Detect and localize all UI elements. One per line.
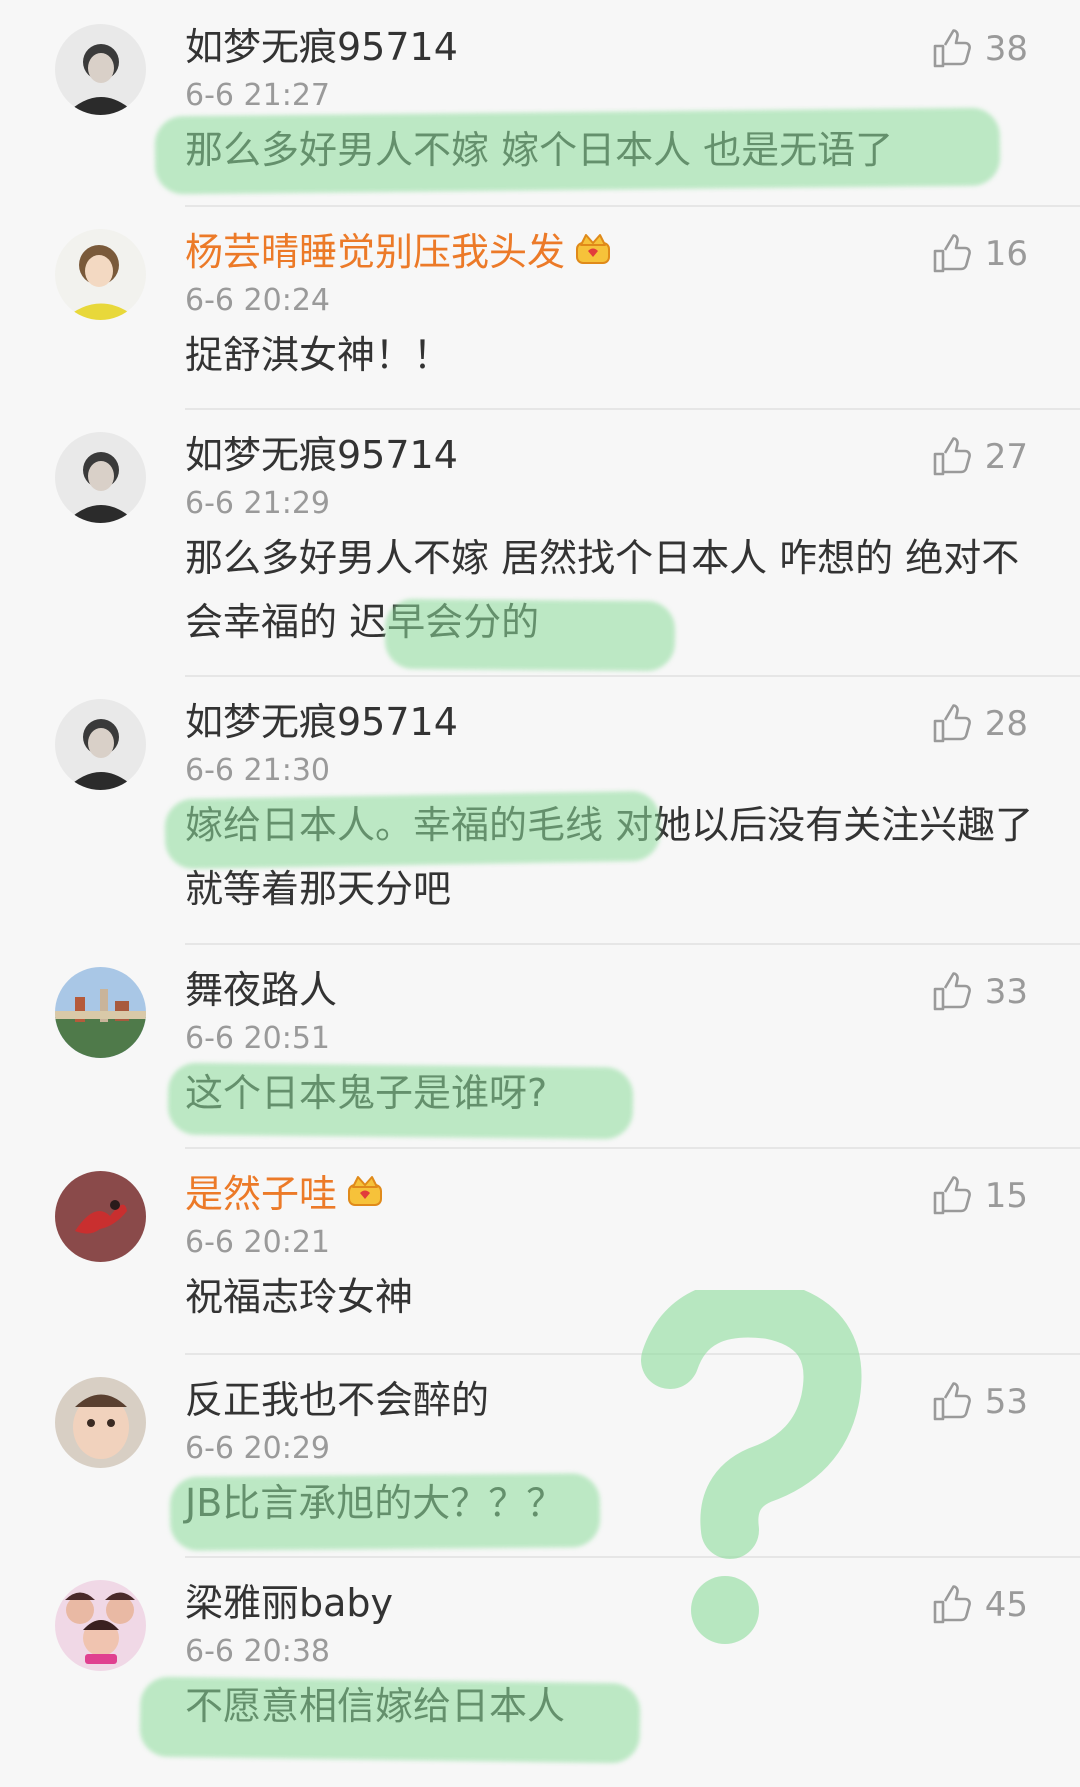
- like-count: 16: [984, 234, 1028, 274]
- like-count: 28: [984, 704, 1028, 744]
- avatar[interactable]: [55, 24, 146, 115]
- like-count: 38: [984, 29, 1028, 69]
- like-count: 33: [984, 972, 1028, 1012]
- like-count: 45: [984, 1585, 1028, 1625]
- comment-item: 反正我也不会醉的 6-6 20:29 53 JB比言承旭的大？？？: [0, 1353, 1080, 1556]
- comment-text: 这个日本鬼子是谁呀?: [185, 1071, 548, 1115]
- thumbs-up-icon: [933, 437, 971, 476]
- like-button[interactable]: 28: [931, 701, 1028, 747]
- comment-item: 是然子哇 6-6 20:21 15 祝福志玲女神: [0, 1147, 1080, 1353]
- comment-item: 杨芸晴睡觉别压我头发 6-6 20:24 16 捉舒淇女神！！: [0, 205, 1080, 408]
- avatar[interactable]: [55, 1580, 146, 1671]
- avatar[interactable]: [55, 432, 146, 523]
- username[interactable]: 反正我也不会醉的: [185, 1375, 489, 1425]
- avatar[interactable]: [55, 699, 146, 790]
- thumbs-up-icon: [933, 29, 971, 68]
- username[interactable]: 如梦无痕95714: [185, 697, 458, 747]
- comment-time: 6-6 20:38: [185, 1634, 330, 1669]
- comment-text: 不愿意相信嫁给日本人: [185, 1684, 566, 1728]
- username[interactable]: 是然子哇: [185, 1169, 385, 1219]
- comment-text: 那么多好男人不嫁 居然找个日本人 咋想的 绝对不会幸福的 迟早会分的: [185, 536, 1020, 644]
- comment-text: 祝福志玲女神: [185, 1275, 414, 1319]
- like-count: 27: [984, 437, 1028, 477]
- comment-text: 嫁给日本人。幸福的毛线 对她以后没有关注兴趣了 就等着那天分吧: [185, 803, 1046, 911]
- like-button[interactable]: 45: [931, 1582, 1028, 1628]
- comment-item: 舞夜路人 6-6 20:51 33 这个日本鬼子是谁呀?: [0, 943, 1080, 1147]
- thumbs-up-icon: [933, 972, 971, 1011]
- comment-item: 如梦无痕95714 6-6 21:30 28 嫁给日本人。幸福的毛线 对她以后没…: [0, 675, 1080, 943]
- username[interactable]: 杨芸晴睡觉别压我头发: [185, 227, 613, 277]
- comment-text: JB比言承旭的大？？？: [185, 1481, 565, 1525]
- comment-item: 如梦无痕95714 6-6 21:29 27 那么多好男人不嫁 居然找个日本人 …: [0, 408, 1080, 675]
- comment-time: 6-6 20:21: [185, 1225, 330, 1260]
- avatar[interactable]: [55, 1171, 146, 1262]
- thumbs-up-icon: [933, 1382, 971, 1421]
- comment-time: 6-6 21:27: [185, 78, 330, 113]
- avatar[interactable]: [55, 1377, 146, 1468]
- crown-vip-icon: [576, 234, 611, 264]
- like-button[interactable]: 27: [931, 434, 1028, 480]
- like-button[interactable]: 15: [931, 1173, 1028, 1219]
- crown-vip-icon: [348, 1176, 383, 1206]
- thumbs-up-icon: [933, 1585, 971, 1624]
- username[interactable]: 如梦无痕95714: [185, 22, 458, 72]
- comment-time: 6-6 20:29: [185, 1431, 330, 1466]
- like-count: 53: [984, 1382, 1028, 1422]
- thumbs-up-icon: [933, 1176, 971, 1215]
- comment-text: 那么多好男人不嫁 嫁个日本人 也是无语了: [185, 128, 894, 172]
- thumbs-up-icon: [933, 234, 971, 273]
- comment-time: 6-6 20:24: [185, 283, 330, 318]
- comment-time: 6-6 21:29: [185, 486, 330, 521]
- avatar[interactable]: [55, 229, 146, 320]
- comment-text: 捉舒淇女神！！: [185, 333, 452, 377]
- like-button[interactable]: 33: [931, 969, 1028, 1015]
- comment-item: 如梦无痕95714 6-6 21:27 38 那么多好男人不嫁 嫁个日本人 也是…: [0, 0, 1080, 205]
- comment-feed: 如梦无痕95714 6-6 21:27 38 那么多好男人不嫁 嫁个日本人 也是…: [0, 0, 1080, 1787]
- like-button[interactable]: 53: [931, 1379, 1028, 1425]
- comment-time: 6-6 20:51: [185, 1021, 330, 1056]
- avatar[interactable]: [55, 967, 146, 1058]
- thumbs-up-icon: [933, 704, 971, 743]
- comment-time: 6-6 21:30: [185, 753, 330, 788]
- username[interactable]: 梁雅丽baby: [185, 1578, 393, 1628]
- like-button[interactable]: 16: [931, 231, 1028, 277]
- username[interactable]: 如梦无痕95714: [185, 430, 458, 480]
- like-button[interactable]: 38: [931, 26, 1028, 72]
- like-count: 15: [984, 1176, 1028, 1216]
- username[interactable]: 舞夜路人: [185, 965, 337, 1015]
- comment-item: 梁雅丽baby 6-6 20:38 45 不愿意相信嫁给日本人: [0, 1556, 1080, 1787]
